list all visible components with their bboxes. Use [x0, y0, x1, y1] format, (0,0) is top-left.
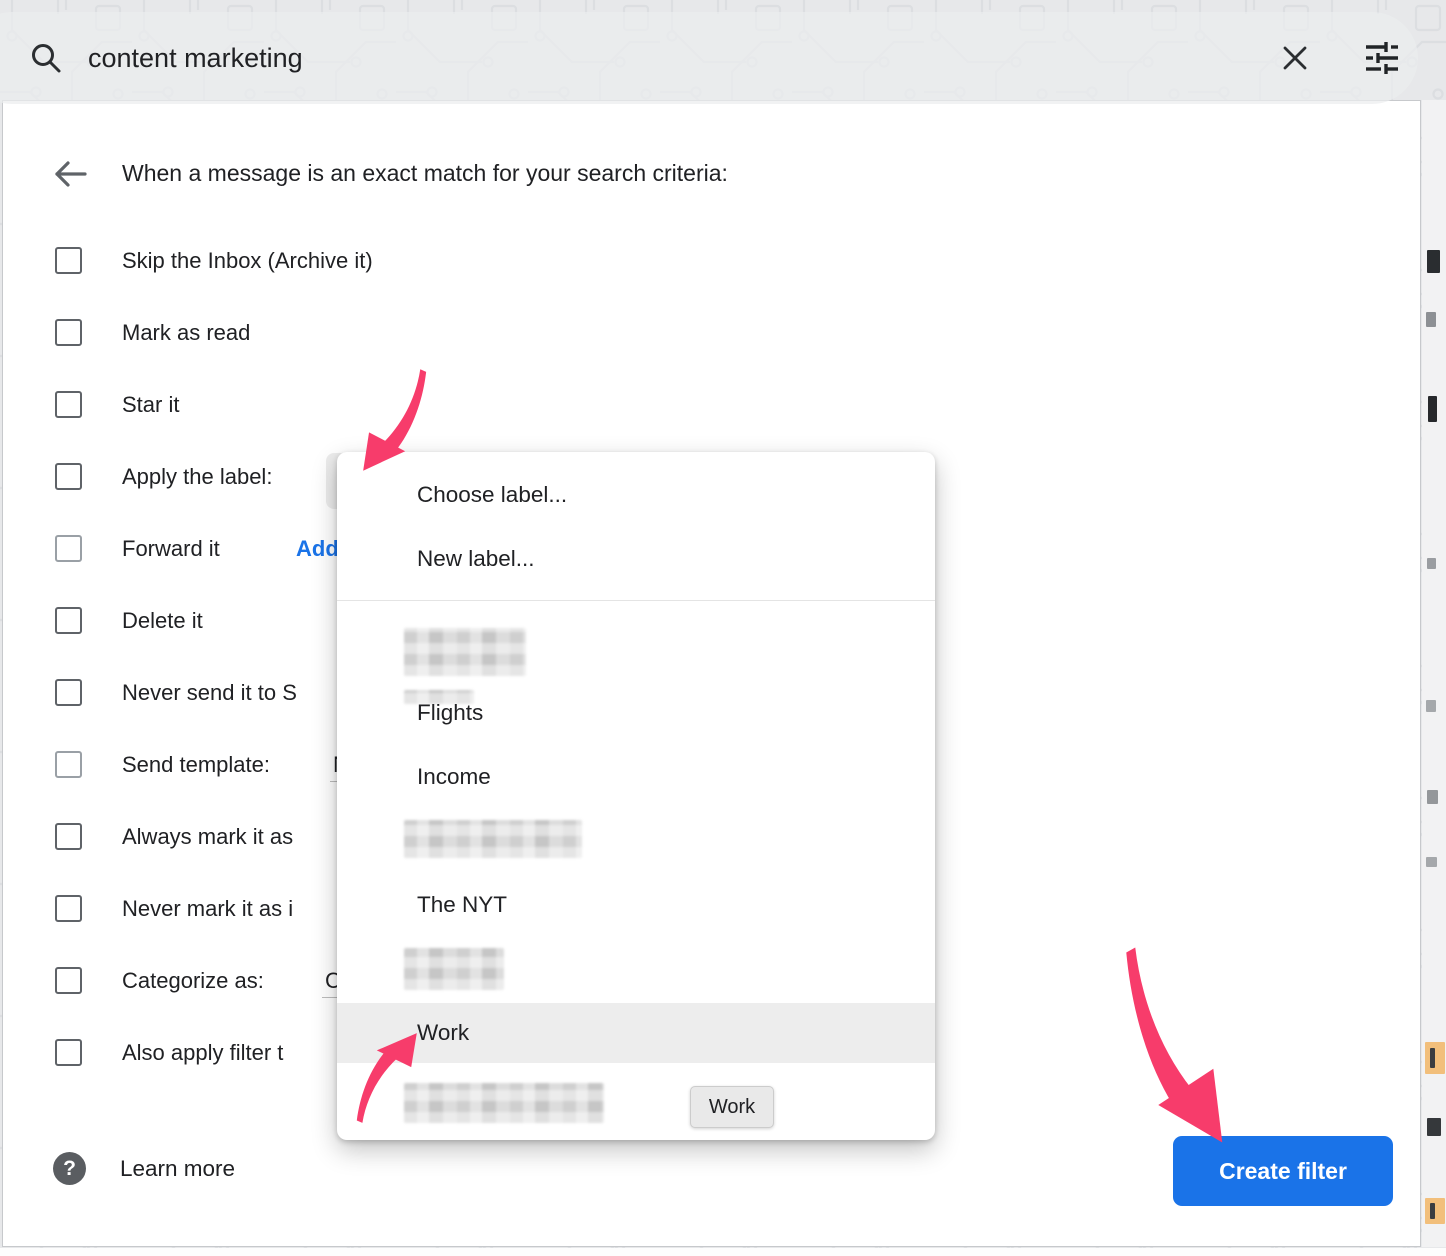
work-tooltip: Work — [690, 1086, 774, 1128]
background-email-fragment — [1427, 558, 1436, 569]
create-filter-button[interactable]: Create filter — [1173, 1136, 1393, 1206]
learn-more-link[interactable]: ? Learn more — [53, 1152, 235, 1185]
checkbox-never-spam[interactable] — [55, 679, 82, 706]
redacted-label-item[interactable] — [404, 1083, 604, 1123]
action-label: Categorize as: — [122, 965, 264, 997]
redacted-label-item[interactable] — [404, 820, 582, 858]
checkbox-send-template[interactable] — [55, 751, 82, 778]
redacted-label-item[interactable] — [404, 948, 504, 990]
action-label: Skip the Inbox (Archive it) — [122, 245, 373, 277]
filter-action-row: Skip the Inbox (Archive it) — [55, 245, 1395, 277]
help-icon: ? — [53, 1152, 86, 1185]
background-email-fragment — [1427, 790, 1438, 804]
menu-item-new-label[interactable]: New label... — [417, 543, 535, 575]
action-label: Never mark it as i — [122, 893, 293, 925]
filter-action-row: Star it — [55, 389, 1395, 421]
checkbox-delete-it[interactable] — [55, 607, 82, 634]
checkbox-never-important[interactable] — [55, 895, 82, 922]
action-label: Always mark it as — [122, 821, 293, 853]
menu-item-label-the-nyt[interactable]: The NYT — [417, 889, 507, 921]
page-bottom-strip — [0, 1248, 1446, 1256]
background-email-fragment — [1426, 700, 1436, 712]
action-label: Send template: — [122, 749, 270, 781]
redacted-label-item[interactable] — [404, 628, 526, 676]
tune-filters-icon[interactable] — [1364, 41, 1400, 75]
action-label: Delete it — [122, 605, 203, 637]
checkbox-skip-inbox[interactable] — [55, 247, 82, 274]
search-input[interactable] — [88, 43, 988, 74]
action-label: Star it — [122, 389, 179, 421]
background-search-highlight — [1425, 1198, 1445, 1224]
learn-more-label: Learn more — [120, 1156, 235, 1182]
search-icon — [28, 40, 64, 76]
checkbox-categorize-as[interactable] — [55, 967, 82, 994]
label-dropdown-menu: Choose label... New label... Flights Inc… — [337, 452, 935, 1140]
checkbox-mark-as-read[interactable] — [55, 319, 82, 346]
search-bar[interactable] — [0, 12, 1418, 104]
menu-item-label-work[interactable]: Work — [417, 1017, 469, 1049]
checkbox-also-apply[interactable] — [55, 1039, 82, 1066]
add-forwarding-address-link[interactable]: Add — [296, 533, 339, 565]
checkbox-forward-it[interactable] — [55, 535, 82, 562]
clear-search-icon[interactable] — [1279, 42, 1311, 74]
background-email-fragment — [1430, 1203, 1435, 1219]
background-email-fragment — [1426, 857, 1437, 867]
background-email-fragment — [1426, 312, 1436, 327]
back-arrow-icon[interactable] — [53, 156, 89, 192]
action-label: Mark as read — [122, 317, 250, 349]
checkbox-star-it[interactable] — [55, 391, 82, 418]
background-email-fragment — [1427, 250, 1440, 273]
menu-item-label-flights[interactable]: Flights — [417, 697, 483, 729]
action-label: Never send it to S — [122, 677, 297, 709]
background-email-fragment — [1427, 1118, 1441, 1136]
panel-title: When a message is an exact match for you… — [122, 157, 728, 189]
background-email-list-strip — [1422, 100, 1446, 1247]
menu-divider — [337, 600, 935, 601]
background-email-fragment — [1430, 1048, 1435, 1068]
checkbox-always-important[interactable] — [55, 823, 82, 850]
action-label: Apply the label: — [122, 461, 272, 493]
menu-item-choose-label[interactable]: Choose label... — [417, 479, 567, 511]
background-search-highlight — [1425, 1042, 1445, 1074]
menu-item-label-income[interactable]: Income — [417, 761, 491, 793]
action-label: Also apply filter t — [122, 1037, 283, 1069]
background-email-fragment — [1428, 396, 1437, 422]
action-label: Forward it — [122, 533, 220, 565]
filter-action-row: Mark as read — [55, 317, 1395, 349]
checkbox-apply-label[interactable] — [55, 463, 82, 490]
